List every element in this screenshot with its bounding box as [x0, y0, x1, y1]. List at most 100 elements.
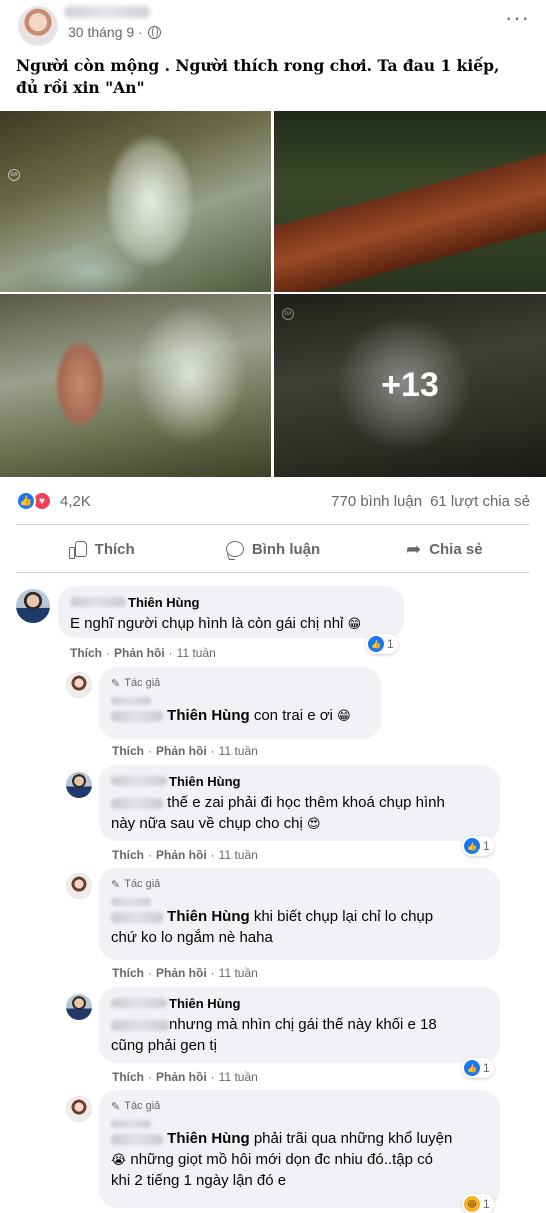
post-date[interactable]: 30 tháng 9 ·	[68, 24, 143, 40]
comment-actions: Thích · Phản hồi · 11 tuần	[112, 966, 258, 980]
comment-reply-link[interactable]: Phản hồi	[156, 966, 207, 980]
comment-bubble: Thiên Hùng E nghĩ người chụp hình là còn…	[58, 586, 404, 638]
comment-count[interactable]: 770 bình luận	[331, 493, 422, 510]
author-avatar[interactable]	[18, 6, 58, 46]
comment-time[interactable]: 11 tuần	[219, 1070, 258, 1084]
author-reply-avatar[interactable]	[66, 672, 92, 698]
post-stats: 770 bình luận 61 lượt chia sẻ	[331, 493, 530, 510]
comment-text-line-1: khi biết chụp lại chỉ lo chụp	[253, 908, 434, 925]
comment-text-line-1: thế e zai phải đi học thêm khoá chụp hìn…	[167, 794, 445, 811]
author-badge-label: Tác giả	[124, 878, 161, 890]
share-count[interactable]: 61 lượt chia sẻ	[430, 493, 530, 510]
author-name-blurred[interactable]	[111, 1120, 151, 1128]
commenter-name[interactable]: Thiên Hùng	[169, 774, 241, 789]
author-badge: ✎ Tác giả	[111, 677, 160, 690]
mention-link[interactable]: Thiên Hùng	[167, 908, 250, 925]
author-name-blurred[interactable]	[64, 6, 150, 18]
globe-icon	[147, 25, 161, 39]
comment-like-link[interactable]: Thích	[112, 744, 144, 758]
comment-text-line-2: những giọt mồ hôi mới dọn đc nhiu đó..tậ…	[130, 1151, 433, 1168]
comment-text-line-2: này nữa sau về chụp cho chị	[111, 815, 303, 832]
comment-bubble: Thiên Hùng thế e zai phải đi học thêm kh…	[99, 765, 500, 841]
comment-time[interactable]: 11 tuần	[219, 744, 258, 758]
comment-button-label: Bình luận	[251, 540, 321, 558]
blurred-text	[111, 797, 163, 809]
watermark-logo: ĐA	[8, 169, 20, 181]
post-caption: Người còn mộng . Người thích rong chơi. …	[16, 56, 500, 97]
comment-time[interactable]: 11 tuần	[219, 848, 258, 862]
author-badge-label: Tác giả	[124, 677, 161, 689]
author-name-blurred[interactable]	[111, 898, 151, 906]
blurred-text	[111, 710, 163, 722]
comment-like-link[interactable]: Thích	[112, 1070, 144, 1084]
author-reply-avatar[interactable]	[66, 873, 92, 899]
more-photos-overlay[interactable]: +13	[274, 294, 546, 477]
comment-reaction-count: 1	[387, 637, 394, 651]
comment-reply-link[interactable]: Phản hồi	[156, 1070, 207, 1084]
comment-reactions[interactable]: 😆 1	[462, 1194, 494, 1213]
commenter-name-blurred[interactable]	[111, 998, 167, 1008]
grin-emoji: 😁	[337, 708, 351, 723]
comment-text-line-2: chứ ko lo ngắm nè haha	[111, 929, 273, 946]
author-name-blurred[interactable]	[111, 697, 151, 705]
pencil-icon: ✎	[111, 878, 121, 891]
post-photo-3[interactable]	[0, 294, 271, 477]
comment-time[interactable]: 11 tuần	[219, 966, 258, 980]
comment-actions: Thích · Phản hồi · 11 tuần	[112, 848, 258, 862]
comment-reactions[interactable]: 👍 1	[462, 836, 494, 856]
comment-reply-link[interactable]: Phản hồi	[156, 848, 207, 862]
pencil-icon: ✎	[111, 677, 121, 690]
blurred-text	[111, 911, 163, 923]
comment-bubble: Thiên Hùng nhưng mà nhìn chị gái thế này…	[99, 987, 500, 1063]
crying-emoji: 😭	[111, 1152, 127, 1167]
reaction-summary[interactable]: 👍 ♥ 4,2K	[16, 491, 91, 511]
comment-button[interactable]: Bình luận	[187, 530, 358, 568]
share-button[interactable]: ➦ Chia sẻ	[359, 530, 530, 568]
comment-reactions[interactable]: 👍 1	[366, 634, 398, 654]
comment-reaction-count: 1	[483, 839, 490, 853]
comment-like-link[interactable]: Thích	[70, 646, 102, 660]
mention-link[interactable]: Thiên Hùng	[167, 707, 250, 724]
comment-actions: Thích · Phản hồi · 11 tuần	[112, 1070, 258, 1084]
comment-text-line-1: nhưng mà nhìn chị gái thế này khối e 18	[169, 1016, 437, 1033]
like-reaction-icon: 👍	[464, 838, 480, 854]
author-badge-label: Tác giả	[124, 1100, 161, 1112]
comment-time[interactable]: 11 tuần	[177, 646, 216, 660]
blurred-text	[111, 1019, 169, 1031]
comment-text-line-1: phải trãi qua những khổ luyện	[253, 1130, 453, 1147]
mention-link[interactable]: Thiên Hùng	[167, 1130, 250, 1147]
like-reaction-icon: 👍	[368, 636, 384, 652]
commenter-avatar[interactable]	[66, 994, 92, 1020]
commenter-avatar[interactable]	[66, 772, 92, 798]
post-photo-1[interactable]: ĐA	[0, 111, 271, 292]
share-button-label: Chia sẻ	[429, 540, 483, 558]
more-options-icon[interactable]: ···	[505, 7, 530, 29]
thumbs-up-icon	[68, 540, 87, 559]
commenter-name[interactable]: Thiên Hùng	[169, 996, 241, 1011]
blurred-text	[111, 1133, 163, 1145]
post-photo-2[interactable]	[274, 111, 546, 292]
comment-reply-link[interactable]: Phản hồi	[114, 646, 165, 660]
like-button[interactable]: Thích	[16, 530, 187, 568]
post-photo-4[interactable]: ĐA +13	[274, 294, 546, 477]
heart-eyes-emoji: 😍	[307, 816, 321, 831]
comment-like-link[interactable]: Thích	[112, 848, 144, 862]
comment-reply-link[interactable]: Phản hồi	[156, 744, 207, 758]
commenter-avatar[interactable]	[16, 589, 50, 623]
divider	[16, 572, 530, 573]
commenter-name[interactable]: Thiên Hùng	[128, 595, 200, 610]
reaction-count: 4,2K	[60, 492, 91, 510]
pencil-icon: ✎	[111, 1100, 121, 1113]
commenter-name-blurred[interactable]	[70, 597, 126, 607]
comment-reactions[interactable]: 👍 1	[462, 1058, 494, 1078]
comment-like-link[interactable]: Thích	[112, 966, 144, 980]
author-reply-avatar[interactable]	[66, 1096, 92, 1122]
author-badge: ✎ Tác giả	[111, 1100, 160, 1113]
post-header: 30 tháng 9 · ···	[0, 0, 546, 48]
commenter-name-blurred[interactable]	[111, 776, 167, 786]
comment-reaction-count: 1	[483, 1197, 490, 1211]
comment-bubble-icon	[225, 541, 244, 557]
comment-actions: Thích · Phản hồi · 11 tuần	[112, 744, 258, 758]
comment-bubble: ✎ Tác giả Thiên Hùng khi biết chụp lại ch…	[99, 868, 500, 960]
post-meta: 30 tháng 9 ·	[68, 24, 161, 40]
